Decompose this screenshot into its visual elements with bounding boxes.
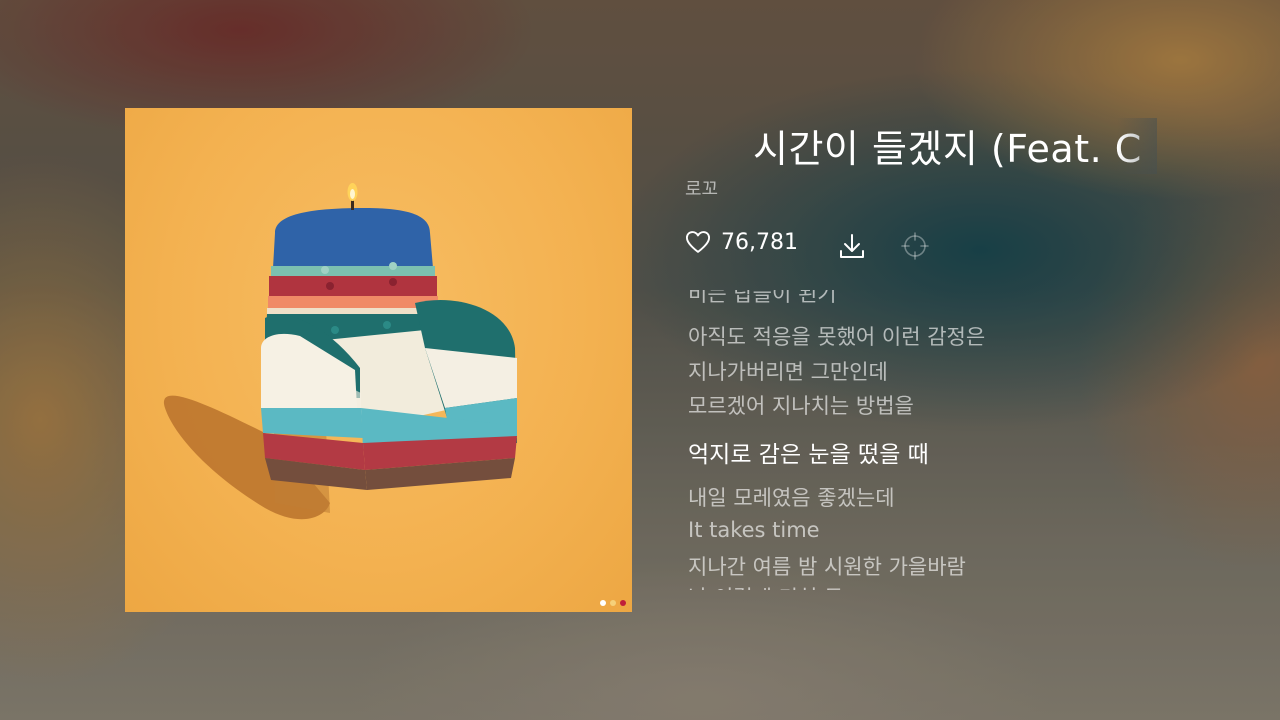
lyrics-panel[interactable]: 비는 탑들이 된기 아직도 적응을 못했어 이런 감정은 지나가버리면 그만인데… — [688, 290, 1188, 590]
lyric-line-current[interactable]: 억지로 감은 눈을 떴을 때 — [688, 435, 929, 469]
album-cover — [125, 108, 632, 612]
title-fade — [1117, 118, 1157, 174]
focus-button[interactable] — [899, 230, 931, 262]
download-button[interactable] — [836, 230, 868, 262]
lyric-line[interactable]: 지나간 여름 밤 시원한 가을바람 — [688, 551, 966, 581]
page-dot — [600, 600, 606, 606]
album-art-armchair-candle — [163, 183, 517, 520]
crosshair-icon — [901, 232, 929, 260]
cover-page-dots — [600, 600, 626, 606]
song-title: 시간이 들겠지 (Feat. C — [753, 127, 1142, 171]
page-dot — [620, 600, 626, 606]
like-button[interactable]: 76,781 — [684, 228, 798, 256]
lyric-line[interactable]: 모르겠어 지나치는 방법을 — [688, 390, 914, 420]
lyric-line[interactable]: 내일 모레였음 좋겠는데 — [688, 482, 895, 512]
song-title-marquee: 시간이 들겠지 (Feat. C — [685, 118, 1157, 174]
lyric-line[interactable]: 난 이렇게 미쳐 둔 — [688, 582, 843, 590]
lyric-line[interactable]: 비는 탑들이 된기 — [688, 290, 837, 308]
download-icon — [840, 234, 864, 258]
like-count: 76,781 — [721, 229, 798, 255]
artist-name[interactable]: 로꼬 — [685, 175, 718, 201]
lyric-line[interactable]: It takes time — [688, 518, 820, 542]
page-dot — [610, 600, 616, 606]
lyric-line[interactable]: 아직도 적응을 못했어 이런 감정은 — [688, 321, 985, 351]
heart-outline-icon — [685, 231, 711, 253]
lyric-line[interactable]: 지나가버리면 그만인데 — [688, 356, 888, 386]
